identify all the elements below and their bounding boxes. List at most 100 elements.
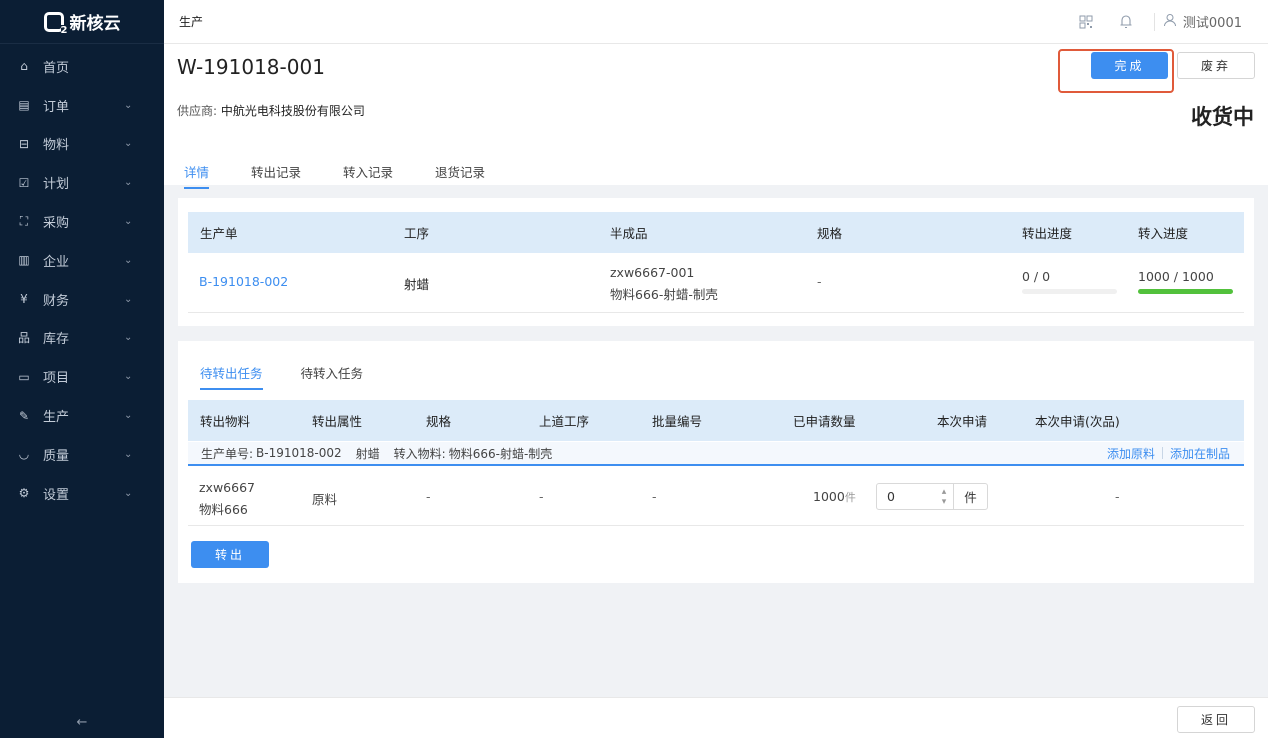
group-in-material: 物料666-射蜡-制壳 bbox=[448, 446, 553, 461]
tab-details[interactable]: 详情 bbox=[184, 162, 210, 189]
sidebar-item-home[interactable]: ⌂ 首页 bbox=[0, 47, 164, 86]
sidebar-item-materials[interactable]: ⊟ 物料 ⌄ bbox=[0, 125, 164, 164]
sidebar-item-inventory[interactable]: 品库存 ⌄ bbox=[0, 319, 164, 358]
discard-button[interactable]: 废弃 bbox=[1177, 52, 1255, 79]
sidebar-item-label: 订单 bbox=[43, 99, 70, 115]
qrcode-icon[interactable] bbox=[1066, 15, 1106, 29]
production-order-link[interactable]: B-191018-002 bbox=[199, 274, 288, 289]
inventory-icon: 品 bbox=[17, 331, 30, 346]
column-header: 转出物料 bbox=[200, 414, 251, 429]
column-header: 规格 bbox=[817, 226, 843, 241]
divider bbox=[1153, 12, 1155, 31]
spinner-icon[interactable]: ▴ ▾ bbox=[935, 487, 953, 507]
tasks-table-header: 转出物料 转出属性 规格 上道工序 批量编号 已申请数量 本次申请 本次申请(次… bbox=[188, 400, 1244, 441]
chevron-down-icon: ⌄ bbox=[124, 332, 133, 344]
sidebar-item-finance[interactable]: ¥ 财务 ⌄ bbox=[0, 280, 164, 319]
sidebar-item-label: 采购 bbox=[43, 216, 70, 232]
tab-pending-transfer-out[interactable]: 待转出任务 bbox=[200, 363, 263, 390]
tab-pending-transfer-in[interactable]: 待转入任务 bbox=[301, 363, 364, 390]
chevron-down-icon: ⌄ bbox=[124, 371, 133, 383]
supplier-name: 中航光电科技股份有限公司 bbox=[220, 104, 365, 118]
quantity-unit: 件 bbox=[953, 484, 987, 509]
finance-icon: ¥ bbox=[20, 292, 28, 307]
brand-logo[interactable]: 新核云 bbox=[0, 0, 164, 44]
add-wip-link[interactable]: 添加在制品 bbox=[1170, 445, 1230, 462]
semi-name-cell: 物料666-射蜡-制壳 bbox=[610, 287, 718, 302]
tab-transfer-out-records[interactable]: 转出记录 bbox=[251, 162, 301, 189]
add-raw-material-link[interactable]: 添加原料 bbox=[1107, 445, 1155, 462]
sidebar-item-purchase[interactable]: ⛶ 采购 ⌄ bbox=[0, 202, 164, 241]
applied-qty: 1000 bbox=[813, 489, 845, 504]
transfer-out-button[interactable]: 转出 bbox=[191, 541, 269, 568]
chevron-down-icon: ⌄ bbox=[124, 254, 133, 266]
back-button[interactable]: 返回 bbox=[1177, 706, 1255, 733]
column-header: 上道工序 bbox=[539, 414, 590, 429]
group-in-material-label: 转入物料: bbox=[393, 446, 446, 461]
quantity-input[interactable]: 0 bbox=[877, 489, 935, 504]
sidebar-item-enterprise[interactable]: ▥ 企业 ⌄ bbox=[0, 241, 164, 280]
sidebar-item-label: 质量 bbox=[43, 448, 70, 464]
chevron-down-icon: ⌄ bbox=[124, 216, 133, 228]
user-menu[interactable]: 测试0001 bbox=[1163, 12, 1268, 31]
sidebar-item-label: 财务 bbox=[43, 293, 70, 309]
batch-cell: - bbox=[652, 489, 657, 504]
sidebar-item-orders[interactable]: ▤ 订单 ⌄ bbox=[0, 86, 164, 125]
complete-button[interactable]: 完成 bbox=[1091, 52, 1168, 79]
sidebar-item-label: 库存 bbox=[43, 332, 70, 348]
sidebar-item-label: 物料 bbox=[43, 138, 70, 154]
order-icon: ▤ bbox=[18, 98, 30, 113]
column-header: 规格 bbox=[426, 414, 452, 429]
logo-mark-icon bbox=[43, 11, 68, 36]
top-bar: 生产 测试0001 bbox=[164, 0, 1268, 44]
sidebar-item-label: 计划 bbox=[43, 177, 70, 193]
quantity-stepper: 0 ▴ ▾ 件 bbox=[876, 483, 988, 510]
sidebar: 新核云 ⌂ 首页 ▤ 订单 ⌄ ⊟ 物料 ⌄ ☑ 计划 ⌄ ⛶ 采购 ⌄ ▥ 企业 ⌄ ¥ 财务 ⌄ 品库… bbox=[0, 0, 164, 738]
sidebar-item-project[interactable]: ▭ 项目 ⌄ bbox=[0, 357, 164, 396]
tab-transfer-in-records[interactable]: 转入记录 bbox=[343, 162, 393, 189]
collapse-sidebar-icon[interactable]: ← bbox=[0, 715, 164, 730]
page-title: W-191018-001 bbox=[177, 55, 325, 79]
process-cell: 射蜡 bbox=[404, 277, 430, 292]
sidebar-nav: ⌂ 首页 ▤ 订单 ⌄ ⊟ 物料 ⌄ ☑ 计划 ⌄ ⛶ 采购 ⌄ ▥ 企业 ⌄ ¥ 财务 ⌄ 品库存 ⌄ ▭… bbox=[0, 47, 164, 513]
spec-cell: - bbox=[817, 274, 822, 289]
column-header: 转出属性 bbox=[312, 414, 363, 429]
bell-icon[interactable] bbox=[1106, 14, 1146, 29]
defect-cell: - bbox=[1115, 489, 1120, 504]
spec-cell: - bbox=[426, 489, 431, 504]
document-header: W-191018-001 供应商: 中航光电科技股份有限公司 收货中 完成 废弃… bbox=[164, 44, 1268, 189]
applied-unit: 件 bbox=[844, 491, 856, 504]
sidebar-item-label: 设置 bbox=[43, 487, 70, 503]
chevron-down-icon: ⌄ bbox=[124, 99, 133, 111]
breadcrumb: 生产 bbox=[179, 15, 204, 29]
enterprise-icon: ▥ bbox=[18, 253, 30, 268]
supplier-label: 供应商: bbox=[177, 104, 218, 118]
chevron-down-icon: ⌄ bbox=[124, 138, 133, 150]
chevron-down-icon: ⌄ bbox=[124, 448, 133, 460]
column-header: 生产单 bbox=[200, 226, 238, 241]
in-progress-text: 1000 / 1000 bbox=[1138, 269, 1214, 284]
column-header: 半成品 bbox=[610, 226, 648, 241]
top-bar-actions: 测试0001 bbox=[1066, 0, 1268, 43]
semi-code-cell: zxw6667-001 bbox=[610, 265, 695, 280]
sidebar-item-quality[interactable]: ◡ 质量 ⌄ bbox=[0, 435, 164, 474]
brand-name: 新核云 bbox=[69, 14, 121, 34]
tab-return-records[interactable]: 退货记录 bbox=[435, 162, 485, 189]
group-order-no: B-191018-002 bbox=[256, 446, 342, 460]
column-header: 转入进度 bbox=[1138, 226, 1189, 241]
purchase-icon: ⛶ bbox=[19, 214, 29, 229]
column-header: 本次申请 bbox=[937, 414, 988, 429]
chevron-down-icon: ⌄ bbox=[124, 293, 133, 305]
column-header: 批量编号 bbox=[652, 414, 703, 429]
task-tabs: 待转出任务 待转入任务 bbox=[200, 363, 401, 390]
column-header: 工序 bbox=[404, 226, 430, 241]
sidebar-item-settings[interactable]: ⚙ 设置 ⌄ bbox=[0, 474, 164, 513]
column-header: 转出进度 bbox=[1022, 226, 1073, 241]
group-actions: 添加原料 添加在制品 bbox=[1107, 445, 1244, 462]
sidebar-item-plan[interactable]: ☑ 计划 ⌄ bbox=[0, 163, 164, 202]
sidebar-item-production[interactable]: ✎ 生产 ⌄ bbox=[0, 396, 164, 435]
user-name: 测试0001 bbox=[1182, 16, 1242, 31]
table-row: B-191018-002 射蜡 zxw6667-001 物料666-射蜡-制壳 … bbox=[188, 253, 1244, 313]
sidebar-item-label: 生产 bbox=[43, 410, 70, 426]
sidebar-item-label: 首页 bbox=[43, 60, 70, 76]
sidebar-item-label: 项目 bbox=[43, 371, 70, 387]
